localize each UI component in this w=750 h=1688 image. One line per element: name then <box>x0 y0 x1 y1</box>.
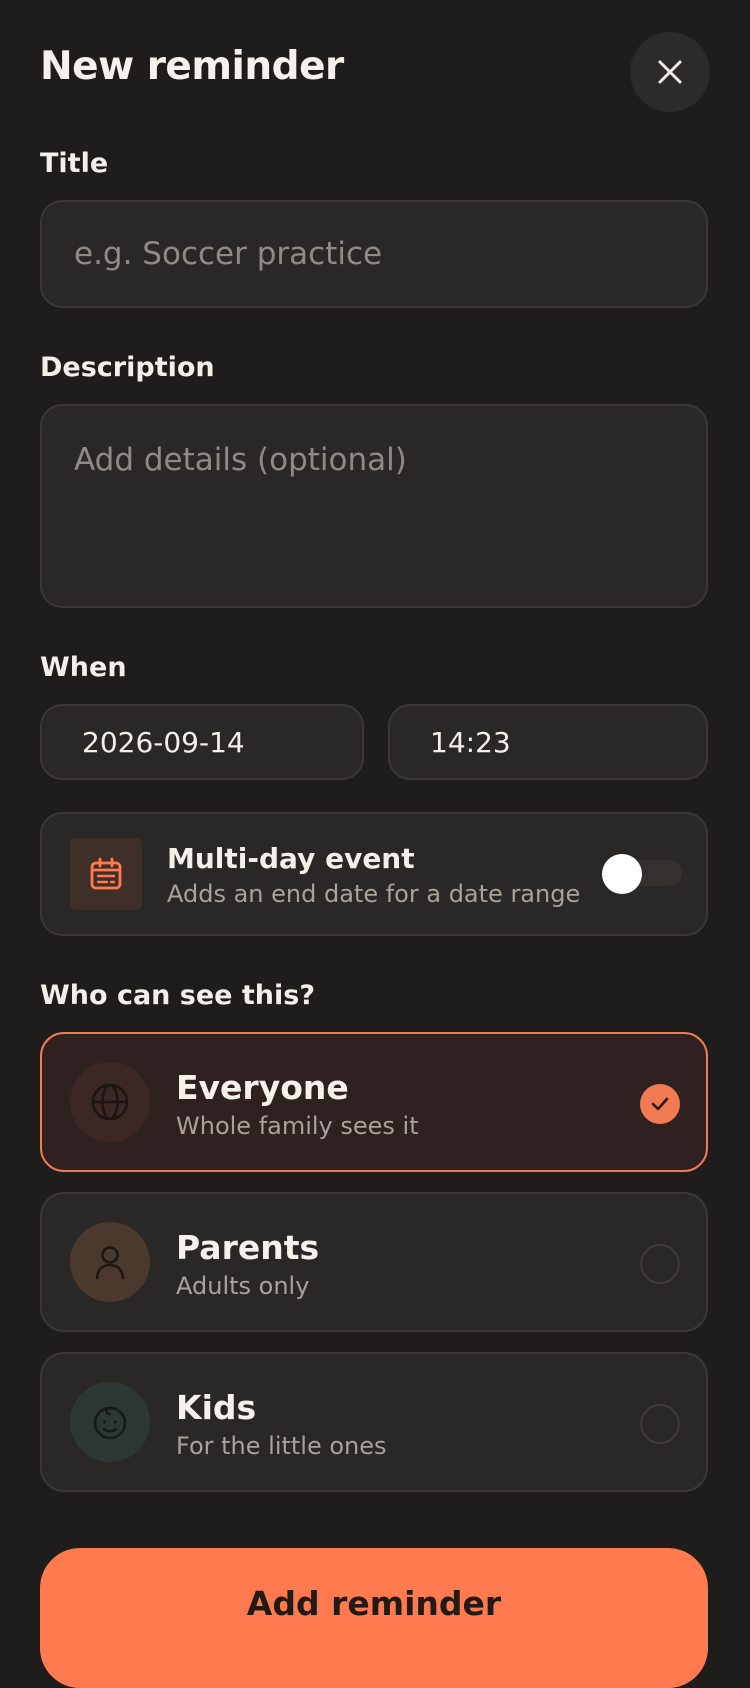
calendar-icon-tile <box>70 838 142 910</box>
selected-radio[interactable] <box>640 1084 680 1124</box>
page-title: New reminder <box>40 44 344 89</box>
globe-icon <box>91 1083 129 1121</box>
time-value: 14:23 <box>430 725 511 759</box>
baby-face-icon <box>93 1406 127 1440</box>
option-title: Everyone <box>176 1068 349 1107</box>
person-icon <box>95 1246 125 1280</box>
toggle-knob[interactable] <box>602 854 642 894</box>
option-everyone[interactable]: Everyone Whole family sees it <box>40 1032 708 1172</box>
unselected-radio[interactable] <box>640 1404 680 1444</box>
baby-face-icon-circle <box>70 1382 150 1462</box>
option-title: Parents <box>176 1228 320 1267</box>
description-label: Description <box>40 352 215 383</box>
description-field-container <box>40 404 708 608</box>
multi-day-subtitle: Adds an end date for a date range <box>167 880 581 908</box>
date-field[interactable]: 2026-09-14 <box>40 704 364 780</box>
add-reminder-button[interactable]: Add reminder <box>40 1548 708 1688</box>
option-subtitle: Adults only <box>176 1272 310 1300</box>
time-field[interactable]: 14:23 <box>388 704 708 780</box>
option-subtitle: Whole family sees it <box>176 1112 419 1140</box>
option-parents[interactable]: Parents Adults only <box>40 1192 708 1332</box>
option-kids[interactable]: Kids For the little ones <box>40 1352 708 1492</box>
option-subtitle: For the little ones <box>176 1432 387 1460</box>
title-field-container <box>40 200 708 308</box>
multi-day-card: Multi-day event Adds an end date for a d… <box>40 812 708 936</box>
calendar-icon <box>90 857 122 890</box>
unselected-radio[interactable] <box>640 1244 680 1284</box>
person-icon-circle <box>70 1222 150 1302</box>
globe-icon-circle <box>70 1062 150 1142</box>
when-label: When <box>40 652 127 683</box>
checkmark-icon <box>651 1097 669 1111</box>
multi-day-title: Multi-day event <box>167 842 415 875</box>
close-button[interactable] <box>630 32 710 112</box>
title-input[interactable] <box>42 202 706 306</box>
title-label: Title <box>40 148 109 179</box>
date-value: 2026-09-14 <box>82 725 245 759</box>
description-input[interactable] <box>42 406 706 606</box>
close-icon <box>658 60 682 84</box>
visibility-label: Who can see this? <box>40 980 316 1011</box>
option-title: Kids <box>176 1388 257 1427</box>
